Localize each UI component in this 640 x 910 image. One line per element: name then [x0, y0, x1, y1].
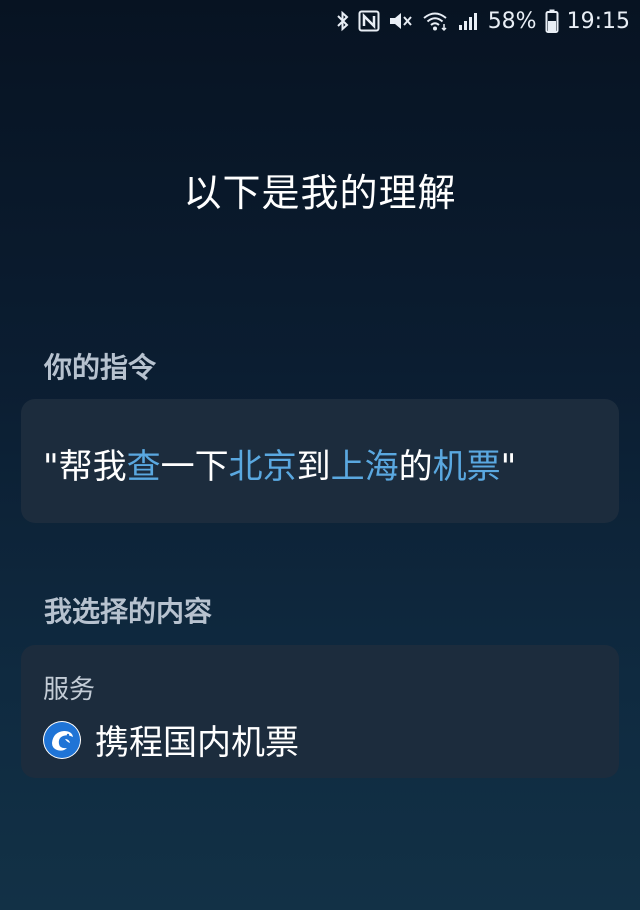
page-title: 以下是我的理解 [183, 171, 457, 215]
command-segment: 一下 [160, 447, 229, 487]
nfc-icon [358, 8, 380, 34]
status-bar: 58% 19:15 [0, 0, 640, 42]
command-keyword-origin: 北京 [228, 447, 297, 487]
service-label: 服务 [43, 675, 96, 705]
service-row[interactable]: 携程国内机票 [43, 715, 299, 764]
command-keyword-action: 查 [126, 447, 161, 487]
battery-icon [545, 8, 559, 34]
signal-icon [458, 8, 480, 34]
command-segment: "帮我 [43, 447, 127, 487]
mute-icon [388, 8, 414, 34]
command-text: "帮我查一下北京到上海的机票" [43, 439, 516, 488]
command-section-label: 你的指令 [44, 351, 157, 384]
selection-section-label: 我选择的内容 [44, 595, 213, 628]
command-keyword-destination: 上海 [330, 447, 399, 487]
command-segment: " [500, 447, 517, 487]
bluetooth-icon [336, 8, 350, 34]
ctrip-dolphin-icon [43, 720, 81, 759]
command-keyword-item: 机票 [432, 447, 501, 487]
command-card: "帮我查一下北京到上海的机票" [21, 399, 619, 523]
command-segment: 到 [296, 447, 331, 487]
service-card[interactable]: 服务 携程国内机票 [21, 645, 619, 778]
status-time: 19:15 [566, 8, 630, 34]
wifi-icon [422, 8, 450, 34]
command-segment: 的 [398, 447, 433, 487]
battery-percent: 58% [487, 8, 537, 34]
service-name: 携程国内机票 [95, 723, 299, 763]
